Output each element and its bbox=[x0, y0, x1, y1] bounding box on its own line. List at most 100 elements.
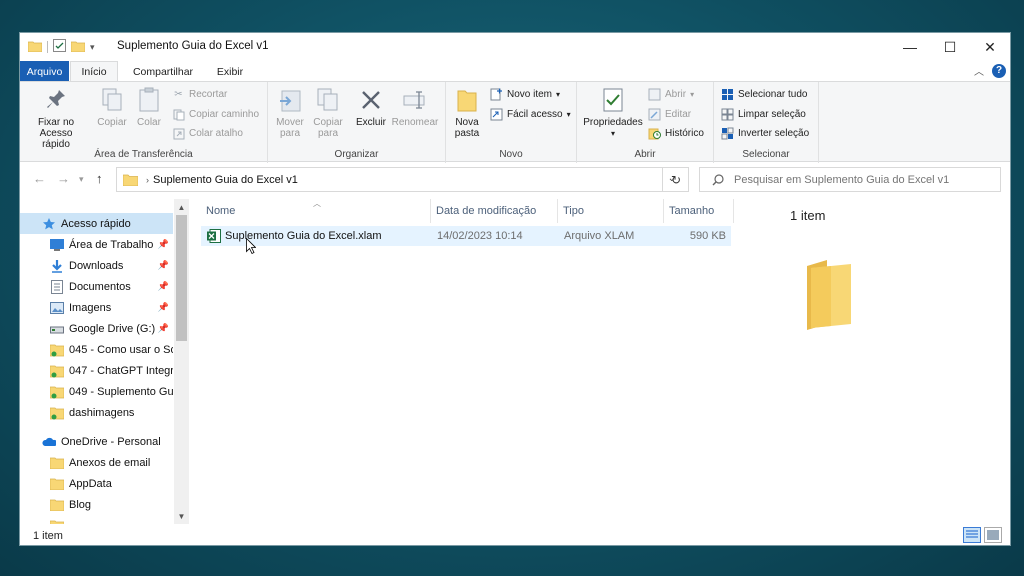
move-to-icon bbox=[277, 86, 303, 114]
pin-quick-access-button[interactable]: Fixar no Acesso rápido bbox=[26, 86, 86, 150]
tab-compartilhar[interactable]: Compartilhar bbox=[124, 61, 202, 82]
tab-arquivo[interactable]: Arquivo bbox=[20, 61, 69, 82]
copy-to-icon bbox=[315, 86, 341, 114]
history-button[interactable]: Histórico bbox=[648, 127, 704, 140]
edit-icon bbox=[648, 108, 661, 121]
folder-icon bbox=[123, 173, 138, 186]
navigation-row: ← → ▾ ↑ › Suplemento Guia do Excel v1 ⌄ … bbox=[20, 166, 1010, 193]
edit-button[interactable]: Editar bbox=[648, 108, 691, 121]
scroll-down-icon[interactable]: ▼ bbox=[174, 509, 189, 523]
tab-inicio[interactable]: Início bbox=[70, 61, 118, 82]
nav-item-dashimagens[interactable]: dashimagens bbox=[20, 402, 173, 423]
scissors-icon: ✂ bbox=[174, 89, 183, 100]
folder-icon bbox=[50, 477, 64, 491]
nav-pane-scrollbar[interactable]: ▲ ▼ bbox=[174, 199, 189, 524]
properties-check-icon[interactable] bbox=[53, 39, 66, 55]
scrollbar-thumb[interactable] bbox=[176, 215, 187, 341]
rename-button[interactable]: Renomear bbox=[390, 86, 440, 128]
select-none-button[interactable]: Limpar seleção bbox=[721, 108, 806, 121]
easy-access-icon bbox=[490, 108, 503, 121]
delete-button[interactable]: Excluir bbox=[354, 86, 388, 128]
nav-item-onedrive[interactable]: OneDrive - Personal bbox=[20, 431, 173, 452]
nav-item-partial[interactable] bbox=[20, 515, 173, 524]
mouse-cursor-icon bbox=[246, 237, 257, 257]
properties-button[interactable]: Propriedades ▾ bbox=[581, 86, 645, 139]
nav-item-downloads[interactable]: Downloads 📌 bbox=[20, 255, 173, 276]
clipboard-icon bbox=[136, 86, 162, 114]
navigation-pane: Acesso rápido Área de Trabalho 📌 Downloa… bbox=[20, 199, 189, 524]
new-folder-button[interactable]: Nova pasta bbox=[452, 86, 482, 139]
minimize-button[interactable]: — bbox=[890, 33, 930, 61]
paste-button[interactable]: Colar bbox=[134, 86, 164, 128]
paste-shortcut-button[interactable]: Colar atalho bbox=[172, 127, 243, 140]
nav-item-folder-047[interactable]: 047 - ChatGPT Integrac bbox=[20, 360, 173, 381]
large-icons-view-icon[interactable] bbox=[984, 527, 1002, 543]
pin-icon: 📌 bbox=[157, 281, 169, 291]
nav-item-google-drive[interactable]: Google Drive (G:) 📌 bbox=[20, 318, 173, 339]
cut-button[interactable]: ✂ Recortar bbox=[172, 88, 227, 101]
rename-icon bbox=[402, 86, 428, 114]
scroll-up-icon[interactable]: ▲ bbox=[174, 200, 189, 214]
nav-item-pictures[interactable]: Imagens 📌 bbox=[20, 297, 173, 318]
recent-locations-icon[interactable]: ▾ bbox=[79, 174, 84, 185]
search-icon bbox=[712, 173, 724, 186]
refresh-button[interactable]: ↻ bbox=[662, 167, 689, 192]
copy-button[interactable]: Copiar bbox=[95, 86, 129, 128]
nav-item-desktop[interactable]: Área de Trabalho 📌 bbox=[20, 234, 173, 255]
file-size: 590 KB bbox=[689, 230, 726, 242]
breadcrumb-current[interactable]: Suplemento Guia do Excel v1 bbox=[153, 174, 298, 186]
close-button[interactable]: ✕ bbox=[970, 33, 1010, 61]
invert-selection-button[interactable]: Inverter seleção bbox=[721, 127, 809, 140]
maximize-button[interactable]: ☐ bbox=[930, 33, 970, 61]
clipboard-group-label: Área de Transferência bbox=[94, 149, 193, 160]
column-date[interactable]: Data de modificação bbox=[431, 199, 558, 223]
copy-path-icon bbox=[172, 108, 185, 121]
folder-sync-icon bbox=[50, 406, 64, 420]
details-view-icon[interactable] bbox=[963, 527, 981, 543]
column-type[interactable]: Tipo bbox=[558, 199, 664, 223]
column-headers: ︿ Nome Data de modificação Tipo Tamanho bbox=[201, 199, 751, 223]
nav-item-documents[interactable]: Documentos 📌 bbox=[20, 276, 173, 297]
back-arrow-icon[interactable]: ← bbox=[33, 171, 46, 186]
folder-sync-icon bbox=[50, 385, 64, 399]
nav-item-appdata[interactable]: AppData bbox=[20, 473, 173, 494]
address-bar[interactable]: › Suplemento Guia do Excel v1 ⌄ bbox=[116, 167, 689, 192]
nav-item-folder-045[interactable]: 045 - Como usar o Solv bbox=[20, 339, 173, 360]
nav-item-folder-049[interactable]: 049 - Suplemento Guia bbox=[20, 381, 173, 402]
copy-path-button[interactable]: Copiar caminho bbox=[172, 108, 259, 121]
status-bar: 1 item bbox=[20, 524, 1010, 545]
search-box[interactable] bbox=[699, 167, 1001, 192]
folder-preview-icon bbox=[805, 258, 853, 333]
new-item-button[interactable]: Novo item ▾ bbox=[490, 88, 560, 101]
help-icon[interactable]: ? bbox=[992, 63, 1006, 78]
copy-to-button[interactable]: Copiar para bbox=[311, 86, 345, 139]
refresh-icon: ↻ bbox=[670, 172, 682, 187]
new-item-dropdown-icon: ▾ bbox=[556, 90, 561, 99]
move-to-button[interactable]: Mover para bbox=[274, 86, 306, 139]
easy-access-button[interactable]: Fácil acesso ▾ bbox=[490, 108, 571, 121]
column-size[interactable]: Tamanho bbox=[664, 199, 734, 223]
qat-dropdown-icon[interactable]: ▾ bbox=[90, 42, 95, 53]
collapse-ribbon-icon[interactable]: ︿ bbox=[974, 63, 984, 78]
nav-item-quick-access[interactable]: Acesso rápido bbox=[20, 213, 173, 234]
nav-item-anexos[interactable]: Anexos de email bbox=[20, 452, 173, 473]
explorer-window: ▾ Suplemento Guia do Excel v1 — ☐ ✕ Arqu… bbox=[19, 32, 1011, 546]
up-arrow-icon[interactable]: ↑ bbox=[96, 171, 103, 186]
tab-exibir[interactable]: Exibir bbox=[210, 61, 250, 82]
drive-icon bbox=[50, 322, 64, 336]
copy-icon bbox=[99, 86, 125, 114]
view-switcher bbox=[963, 527, 1002, 543]
download-icon bbox=[50, 259, 64, 273]
new-group-label: Novo bbox=[499, 149, 523, 160]
open-icon bbox=[648, 88, 661, 101]
select-all-button[interactable]: Selecionar tudo bbox=[721, 88, 808, 101]
file-row[interactable]: Suplemento Guia do Excel.xlam 14/02/2023… bbox=[201, 226, 731, 246]
folder-icon bbox=[50, 456, 64, 470]
forward-arrow-icon[interactable]: → bbox=[57, 171, 70, 186]
open-button[interactable]: Abrir ▾ bbox=[648, 88, 694, 101]
search-input[interactable] bbox=[734, 173, 984, 186]
column-name[interactable]: Nome bbox=[201, 199, 431, 223]
pin-icon: 📌 bbox=[157, 260, 169, 270]
new-folder-qat-icon[interactable] bbox=[70, 40, 86, 55]
nav-item-blog[interactable]: Blog bbox=[20, 494, 173, 515]
